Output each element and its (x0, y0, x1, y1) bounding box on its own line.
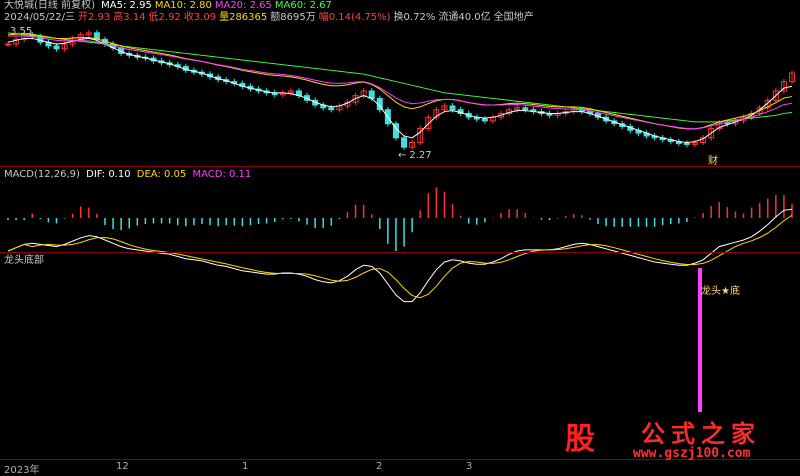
kline-chart[interactable] (0, 0, 800, 473)
macd-value: MACD: 0.11 (192, 169, 252, 180)
macd-title: MACD(12,26,9) (4, 169, 80, 180)
x-tick: 2023年 (4, 465, 40, 476)
candle-body (328, 107, 335, 111)
watermark-url: www.gszj100.com (633, 446, 751, 461)
indicator-title: 龙头底部 (4, 255, 44, 266)
macd-dea: DEA: 0.05 (136, 169, 187, 180)
macd-header: MACD(12,26,9) DIF: 0.10 DEA: 0.05 MACD: … (4, 169, 254, 181)
panel-separator (0, 166, 800, 167)
indicator-header: 龙头底部 (4, 255, 47, 267)
dea-line (7, 214, 793, 299)
x-tick: 1 (242, 461, 249, 472)
ma10-line (7, 33, 793, 130)
x-tick: 12 (116, 461, 129, 472)
watermark-stock-icon: 股 (565, 422, 595, 457)
signal-label: 龙头★底 (701, 286, 740, 297)
watermark-logo: 股 公式之家 www.gszj100.com (553, 408, 798, 468)
candle-body (5, 43, 11, 46)
dif-line (7, 208, 793, 303)
low-price-value: 2.27 (409, 150, 432, 161)
candle-body (449, 105, 456, 111)
panel-separator (0, 252, 800, 253)
candle-body (481, 118, 488, 122)
ma60-line (7, 32, 793, 123)
x-tick: 3 (466, 461, 473, 472)
candle-body (53, 45, 60, 50)
high-price-value: 3.55 (10, 26, 33, 37)
macd-dif: DIF: 0.10 (86, 169, 131, 180)
x-tick: 2 (376, 461, 383, 472)
watermark-title: 公式之家 (641, 419, 761, 448)
high-price-label: 3.55 (10, 26, 35, 38)
candle-body (683, 142, 690, 145)
candle-body (401, 137, 408, 148)
candle-body (522, 107, 529, 111)
low-price-label: ← 2.27 (398, 150, 432, 161)
